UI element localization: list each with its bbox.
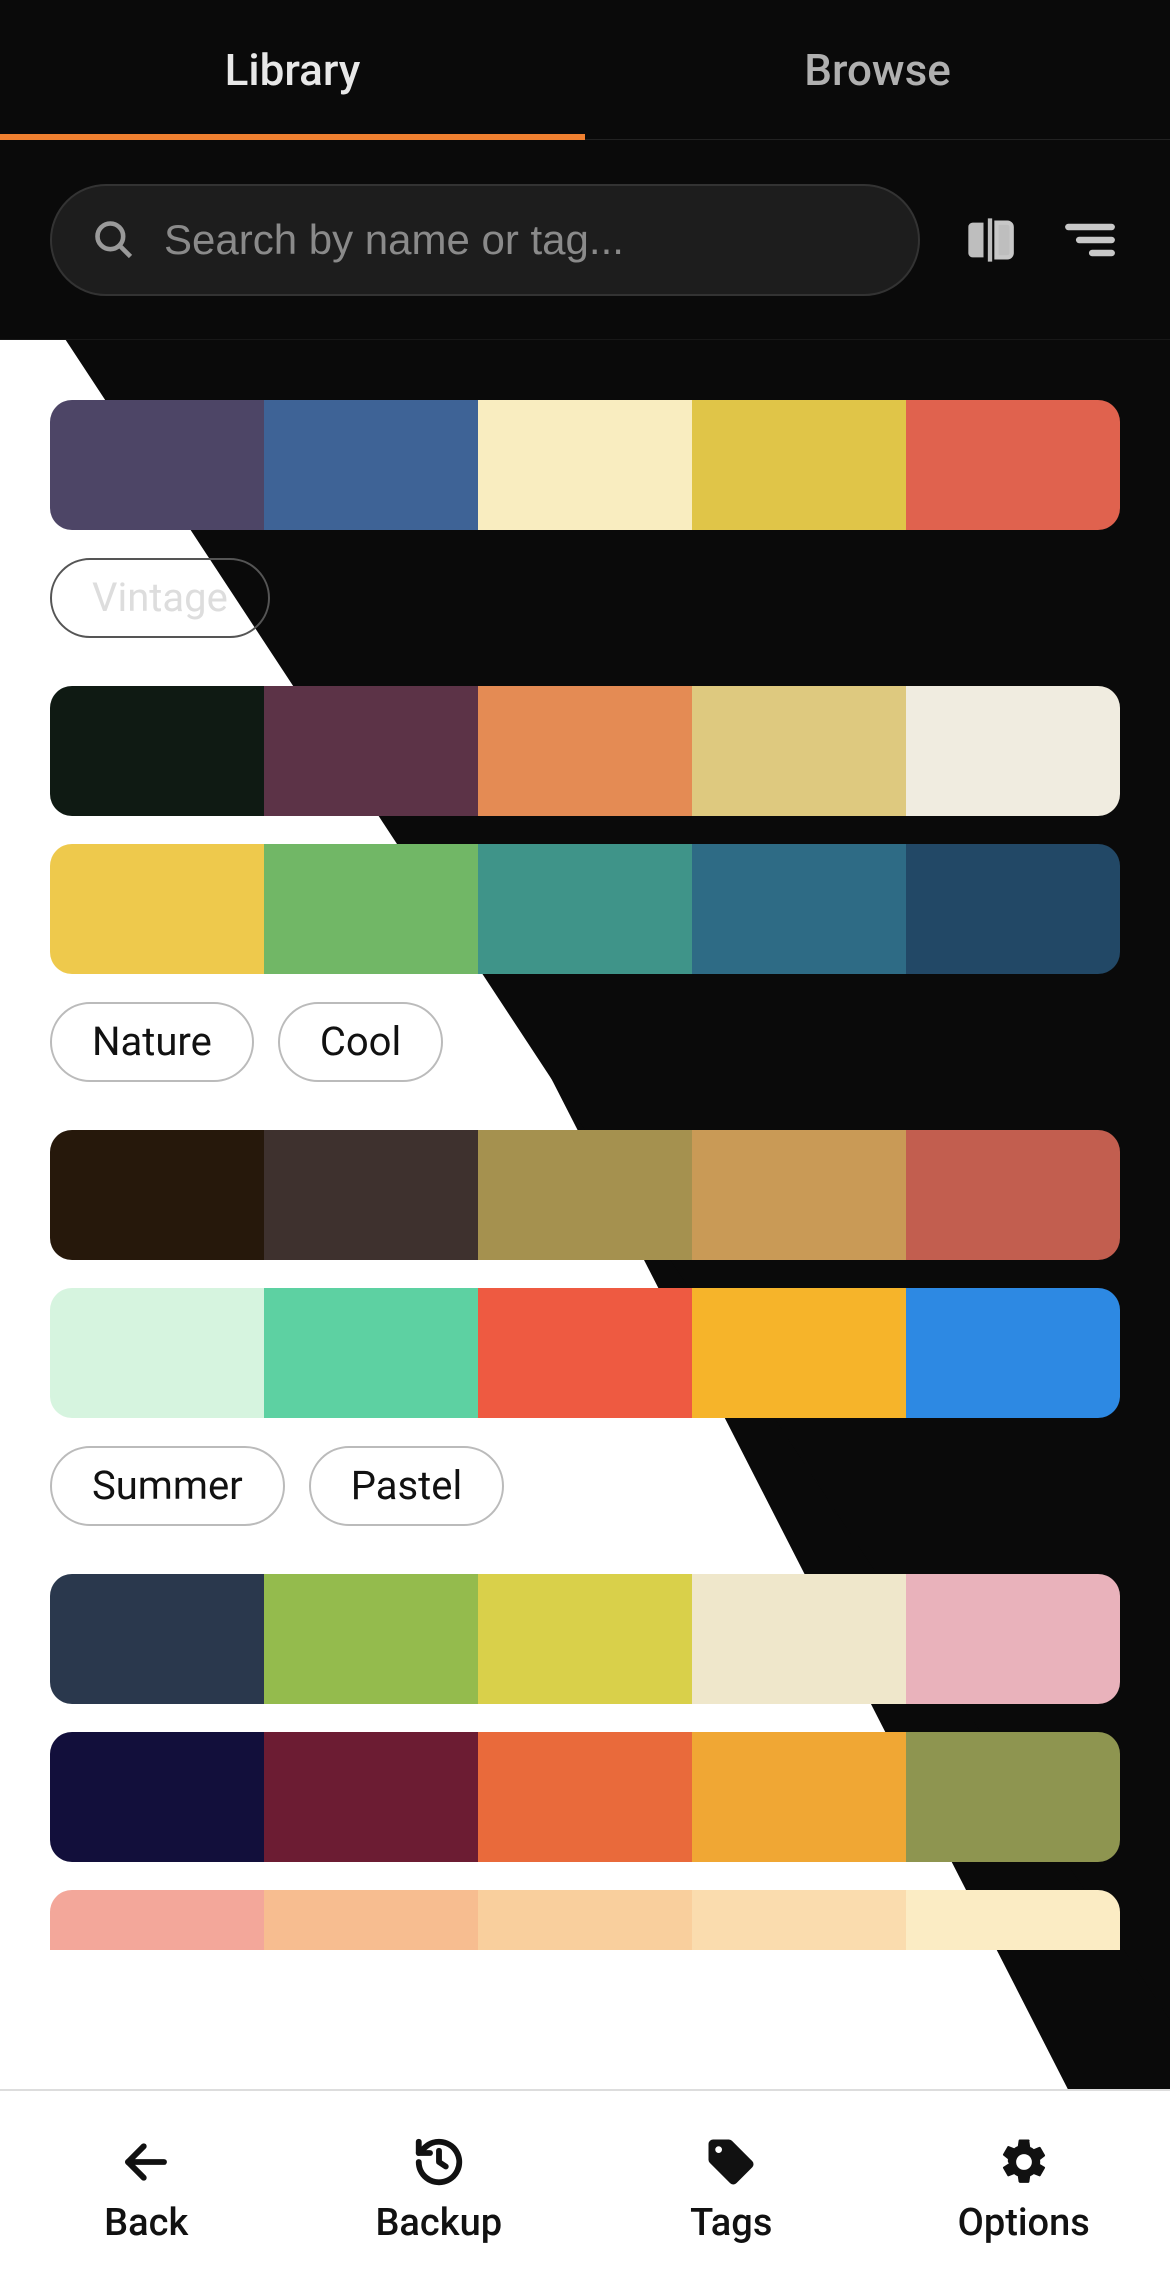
- color-swatch[interactable]: [478, 1574, 692, 1704]
- palette-row[interactable]: [50, 1130, 1120, 1260]
- color-swatch[interactable]: [692, 1288, 906, 1418]
- back-button[interactable]: Back: [0, 2135, 293, 2245]
- palette-row[interactable]: [50, 844, 1120, 974]
- bottom-toolbar: Back Backup Tags Options: [0, 2089, 1170, 2289]
- palette-row[interactable]: [50, 1574, 1120, 1704]
- tag-icon: [704, 2135, 758, 2189]
- tag-row: Summer Pastel: [50, 1446, 1120, 1526]
- color-swatch[interactable]: [692, 1130, 906, 1260]
- palette-row[interactable]: [50, 1890, 1120, 1950]
- filter-icon[interactable]: [1060, 210, 1120, 270]
- color-swatch[interactable]: [906, 1574, 1120, 1704]
- search-row: [0, 140, 1170, 340]
- color-swatch[interactable]: [692, 844, 906, 974]
- backup-label: Backup: [375, 2201, 502, 2245]
- tag-row: Nature Cool: [50, 1002, 1120, 1082]
- tag-chip[interactable]: Summer: [50, 1446, 285, 1526]
- color-swatch[interactable]: [50, 1890, 264, 1950]
- color-swatch[interactable]: [264, 1732, 478, 1862]
- search-icon: [92, 218, 136, 262]
- color-swatch[interactable]: [906, 400, 1120, 530]
- palette-row[interactable]: [50, 686, 1120, 816]
- color-swatch[interactable]: [50, 1130, 264, 1260]
- color-swatch[interactable]: [264, 1288, 478, 1418]
- gear-icon: [997, 2135, 1051, 2189]
- tag-chip[interactable]: Vintage: [50, 558, 270, 638]
- color-swatch[interactable]: [478, 1130, 692, 1260]
- color-swatch[interactable]: [50, 1574, 264, 1704]
- color-swatch[interactable]: [692, 1732, 906, 1862]
- color-swatch[interactable]: [692, 686, 906, 816]
- color-swatch[interactable]: [264, 400, 478, 530]
- palette-row[interactable]: [50, 1732, 1120, 1862]
- color-swatch[interactable]: [264, 844, 478, 974]
- tag-chip[interactable]: Cool: [278, 1002, 443, 1082]
- color-swatch[interactable]: [50, 844, 264, 974]
- color-swatch[interactable]: [264, 1130, 478, 1260]
- tab-browse-label: Browse: [804, 44, 951, 96]
- color-swatch[interactable]: [478, 1288, 692, 1418]
- options-button[interactable]: Options: [878, 2135, 1170, 2245]
- color-swatch[interactable]: [50, 686, 264, 816]
- back-label: Back: [104, 2201, 188, 2245]
- tab-library-label: Library: [225, 44, 361, 96]
- backup-button[interactable]: Backup: [293, 2135, 586, 2245]
- top-tabs: Library Browse: [0, 0, 1170, 140]
- color-swatch[interactable]: [692, 1890, 906, 1950]
- arrow-left-icon: [119, 2135, 173, 2189]
- palette-row[interactable]: [50, 400, 1120, 530]
- tag-chip[interactable]: Pastel: [309, 1446, 504, 1526]
- color-swatch[interactable]: [478, 686, 692, 816]
- color-swatch[interactable]: [50, 1288, 264, 1418]
- color-swatch[interactable]: [264, 1890, 478, 1950]
- tab-browse[interactable]: Browse: [585, 0, 1170, 139]
- color-swatch[interactable]: [692, 1574, 906, 1704]
- color-swatch[interactable]: [264, 686, 478, 816]
- color-swatch[interactable]: [478, 1890, 692, 1950]
- color-swatch[interactable]: [264, 1574, 478, 1704]
- palette-compare-icon[interactable]: [960, 210, 1020, 270]
- palette-row[interactable]: [50, 1288, 1120, 1418]
- tag-chip[interactable]: Nature: [50, 1002, 254, 1082]
- history-icon: [412, 2135, 466, 2189]
- color-swatch[interactable]: [478, 400, 692, 530]
- tags-button[interactable]: Tags: [585, 2135, 878, 2245]
- color-swatch[interactable]: [478, 844, 692, 974]
- color-swatch[interactable]: [906, 1288, 1120, 1418]
- tags-label: Tags: [690, 2201, 772, 2245]
- options-label: Options: [958, 2201, 1090, 2245]
- color-swatch[interactable]: [50, 1732, 264, 1862]
- color-swatch[interactable]: [906, 1890, 1120, 1950]
- tab-library[interactable]: Library: [0, 0, 585, 139]
- color-swatch[interactable]: [906, 1732, 1120, 1862]
- color-swatch[interactable]: [906, 1130, 1120, 1260]
- color-swatch[interactable]: [478, 1732, 692, 1862]
- search-input[interactable]: [164, 216, 878, 264]
- color-swatch[interactable]: [906, 844, 1120, 974]
- tag-row: Vintage: [50, 558, 1120, 638]
- color-swatch[interactable]: [50, 400, 264, 530]
- color-swatch[interactable]: [906, 686, 1120, 816]
- color-swatch[interactable]: [692, 400, 906, 530]
- palette-list: Vintage Nature Cool Summer Pastel: [0, 340, 1170, 1990]
- search-box[interactable]: [50, 184, 920, 296]
